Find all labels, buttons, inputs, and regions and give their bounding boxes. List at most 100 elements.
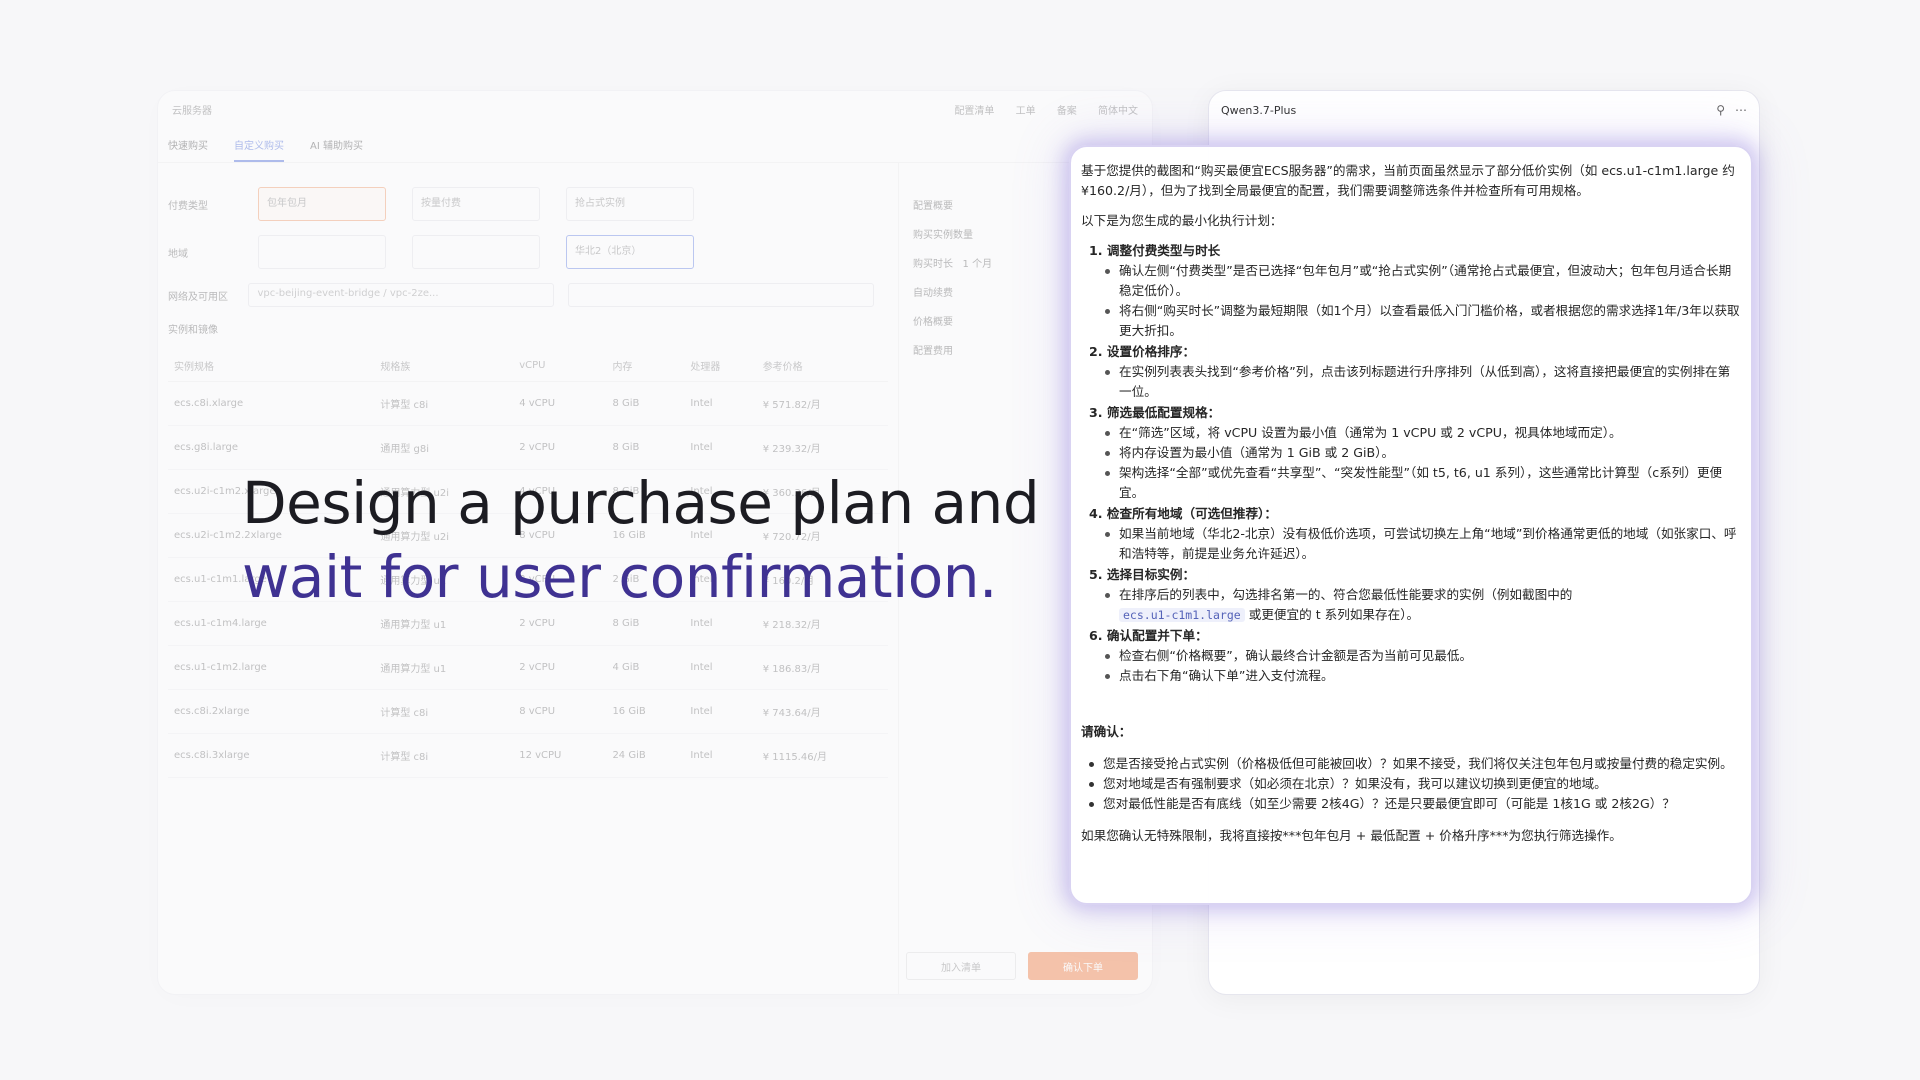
table-row[interactable]: ecs.c8i.xlarge 计算型 c8i 4 vCPU 8 GiB Intel ¥ 5… bbox=[168, 381, 888, 426]
table-cell: Intel bbox=[684, 381, 757, 426]
top-link-icp[interactable]: 备案 bbox=[1057, 106, 1077, 117]
search-icon[interactable]: ⚲ bbox=[1716, 103, 1725, 117]
step-bullet: 在排序后的列表中，勾选排名第一的、符合您最低性能要求的实例（例如截图中的 ecs… bbox=[1105, 585, 1741, 625]
step-bullets: 如果当前地域（华北2-北京）没有极低价选项，可尝试切换左上角“地域”到价格通常更… bbox=[1089, 524, 1741, 564]
table-cell: 8 GiB bbox=[606, 381, 685, 426]
step-bullets: 在排序后的列表中，勾选排名第一的、符合您最低性能要求的实例（例如截图中的 ecs… bbox=[1089, 585, 1741, 625]
top-link-ticket[interactable]: 工单 bbox=[1016, 106, 1036, 117]
region-row: 地域 华北2（北京） bbox=[168, 235, 888, 269]
response-intro: 基于您提供的截图和“购买最便宜ECS服务器”的需求，当前页面虽然显示了部分低价实… bbox=[1081, 163, 1735, 198]
chat-header-icons: ⚲ ⋯ bbox=[1716, 103, 1747, 117]
console-top-links: 配置清单 工单 备案 简体中文 bbox=[936, 102, 1138, 117]
chat-header: Qwen3.7-Plus ⚲ ⋯ bbox=[1209, 91, 1759, 129]
col-cpu[interactable]: 处理器 bbox=[684, 350, 757, 382]
table-row[interactable]: ecs.u1-c1m2.large 通用算力型 u1 2 vCPU 4 GiB Inte… bbox=[168, 645, 888, 690]
step-bullets: 确认左侧“付费类型”是否已选择“包年包月”或“抢占式实例”（通常抢占式最便宜，但… bbox=[1089, 261, 1741, 341]
tab-quick-buy[interactable]: 快速购买 bbox=[168, 137, 208, 152]
table-cell: 4 GiB bbox=[606, 645, 685, 690]
step-title: 2. 设置价格排序： bbox=[1089, 344, 1196, 359]
plan-step: 2. 设置价格排序： 在实例列表表头找到“参考价格”列，点击该列标题进行升序排列… bbox=[1089, 342, 1741, 402]
step-bullet: 在实例列表表头找到“参考价格”列，点击该列标题进行升序排列（从低到高），这将直接… bbox=[1105, 362, 1741, 402]
step-title: 6. 确认配置并下单： bbox=[1089, 628, 1208, 643]
col-vcpu[interactable]: vCPU bbox=[513, 350, 607, 382]
step-bullet: 架构选择“全部”或优先查看“共享型”、“突发性能型”（如 t5, t6, u1 … bbox=[1105, 463, 1741, 503]
confirm-order-button[interactable]: 确认下单 bbox=[1028, 952, 1138, 980]
plan-step: 1. 调整付费类型与时长 确认左侧“付费类型”是否已选择“包年包月”或“抢占式实… bbox=[1089, 241, 1741, 341]
region-option-beijing[interactable]: 华北2（北京） bbox=[566, 235, 694, 269]
table-cell: 16 GiB bbox=[606, 689, 685, 734]
instance-section-label: 实例和镜像 bbox=[168, 325, 218, 336]
step-title: 1. 调整付费类型与时长 bbox=[1089, 243, 1221, 258]
confirm-question: 您对最低性能是否有底线（如至少需要 2核4G）？还是只要最便宜即可（可能是 1核… bbox=[1089, 794, 1741, 814]
tab-custom-buy[interactable]: 自定义购买 bbox=[234, 137, 284, 162]
step-title: 3. 筛选最低配置规格： bbox=[1089, 405, 1221, 420]
table-row[interactable]: ecs.g8i.large 通用型 g8i 2 vCPU 8 GiB Intel ¥ 23… bbox=[168, 425, 888, 470]
confirm-question: 您是否接受抢占式实例（价格极低但可能被回收）？如果不接受，我们将仅关注包年包月或… bbox=[1089, 754, 1741, 774]
vpc-select[interactable]: vpc-beijing-event-bridge / vpc-2ze... bbox=[248, 283, 555, 307]
table-cell: ¥ 743.64/月 bbox=[756, 689, 888, 734]
table-cell: ecs.c8i.xlarge bbox=[168, 381, 375, 426]
console-topbar: 云服务器 配置清单 工单 备案 简体中文 bbox=[158, 91, 1152, 127]
vswitch-select[interactable] bbox=[568, 283, 874, 307]
response-subtitle: 以下是为您生成的最小化执行计划： bbox=[1081, 213, 1283, 228]
step-bullet: 检查右侧“价格概要”，确认最终合计金额是否为当前可见最低。 bbox=[1105, 646, 1741, 666]
model-name: Qwen3.7-Plus bbox=[1221, 103, 1297, 117]
region-option-a[interactable] bbox=[258, 235, 386, 269]
headline-line-2: wait for user confirmation. bbox=[242, 543, 997, 611]
billing-option-subscription[interactable]: 包年包月 bbox=[258, 187, 386, 221]
duration-value[interactable]: 1 个月 bbox=[963, 259, 993, 270]
step-bullets: 检查右侧“价格概要”，确认最终合计金额是否为当前可见最低。 点击右下角“确认下单… bbox=[1089, 646, 1741, 686]
table-cell: ¥ 186.83/月 bbox=[756, 645, 888, 690]
col-price[interactable]: 参考价格 bbox=[756, 350, 888, 382]
billing-option-payg[interactable]: 按量付费 bbox=[412, 187, 540, 221]
table-cell: 计算型 c8i bbox=[374, 689, 514, 734]
step-bullet: 将右侧“购买时长”调整为最短期限（如1个月）以查看最低入门门槛价格，或者根据您的… bbox=[1105, 301, 1741, 341]
assistant-response-card: 基于您提供的截图和“购买最便宜ECS服务器”的需求，当前页面虽然显示了部分低价实… bbox=[1069, 145, 1753, 905]
region-label: 地域 bbox=[168, 248, 188, 260]
step-bullet: 如果当前地域（华北2-北京）没有极低价选项，可尝试切换左上角“地域”到价格通常更… bbox=[1105, 524, 1741, 564]
add-to-list-button[interactable]: 加入清单 bbox=[906, 952, 1016, 980]
col-family[interactable]: 规格族 bbox=[374, 350, 514, 382]
step-bullet-text: 在排序后的列表中，勾选排名第一的、符合您最低性能要求的实例（例如截图中的 bbox=[1119, 587, 1573, 602]
tab-ai-buy[interactable]: AI 辅助购买 bbox=[310, 137, 363, 152]
table-cell: ecs.u1-c1m2.large bbox=[168, 645, 375, 690]
table-cell: ¥ 239.32/月 bbox=[756, 425, 888, 470]
step-title: 5. 选择目标实例： bbox=[1089, 567, 1196, 582]
step-bullet: 确认左侧“付费类型”是否已选择“包年包月”或“抢占式实例”（通常抢占式最便宜，但… bbox=[1105, 261, 1741, 301]
table-row[interactable]: ecs.c8i.2xlarge 计算型 c8i 8 vCPU 16 GiB Intel ¥… bbox=[168, 689, 888, 734]
more-icon[interactable]: ⋯ bbox=[1735, 103, 1747, 117]
table-cell: ¥ 571.82/月 bbox=[756, 381, 888, 426]
console-breadcrumb[interactable]: 云服务器 bbox=[172, 102, 212, 117]
table-cell: 2 vCPU bbox=[513, 425, 607, 470]
table-cell: 计算型 c8i bbox=[374, 381, 514, 426]
plan-step: 3. 筛选最低配置规格： 在“筛选”区域，将 vCPU 设置为最小值（通常为 1… bbox=[1089, 403, 1741, 503]
table-cell: Intel bbox=[684, 425, 757, 470]
table-cell: 2 vCPU bbox=[513, 645, 607, 690]
table-cell: 4 vCPU bbox=[513, 381, 607, 426]
billing-option-spot[interactable]: 抢占式实例 bbox=[566, 187, 694, 221]
plan-step: 6. 确认配置并下单： 检查右侧“价格概要”，确认最终合计金额是否为当前可见最低… bbox=[1089, 626, 1741, 686]
top-link-language[interactable]: 简体中文 bbox=[1098, 106, 1138, 117]
step-bullet: 将内存设置为最小值（通常为 1 GiB 或 2 GiB）。 bbox=[1105, 443, 1741, 463]
col-spec[interactable]: 实例规格 bbox=[168, 350, 375, 382]
step-bullets: 在实例列表表头找到“参考价格”列，点击该列标题进行升序排列（从低到高），这将直接… bbox=[1089, 362, 1741, 402]
table-header-row: 实例规格 规格族 vCPU 内存 处理器 参考价格 bbox=[168, 350, 888, 382]
table-cell: 8 GiB bbox=[606, 425, 685, 470]
table-cell: ecs.g8i.large bbox=[168, 425, 375, 470]
table-cell: ¥ 1115.46/月 bbox=[756, 733, 888, 778]
duration-label: 购买时长 bbox=[913, 259, 953, 270]
top-link-config-list[interactable]: 配置清单 bbox=[954, 106, 994, 117]
region-option-b[interactable] bbox=[412, 235, 540, 269]
plan-steps: 1. 调整付费类型与时长 确认左侧“付费类型”是否已选择“包年包月”或“抢占式实… bbox=[1081, 241, 1741, 686]
table-row[interactable]: ecs.c8i.3xlarge 计算型 c8i 12 vCPU 24 GiB Intel… bbox=[168, 733, 888, 778]
step-bullets: 在“筛选”区域，将 vCPU 设置为最小值（通常为 1 vCPU 或 2 vCP… bbox=[1089, 423, 1741, 503]
table-cell: Intel bbox=[684, 645, 757, 690]
instance-code: ecs.u1-c1m1.large bbox=[1119, 608, 1245, 622]
plan-step: 5. 选择目标实例： 在排序后的列表中，勾选排名第一的、符合您最低性能要求的实例… bbox=[1089, 565, 1741, 625]
table-cell: ecs.c8i.2xlarge bbox=[168, 689, 375, 734]
step-bullet: 在“筛选”区域，将 vCPU 设置为最小值（通常为 1 vCPU 或 2 vCP… bbox=[1105, 423, 1741, 443]
confirm-questions: 您是否接受抢占式实例（价格极低但可能被回收）？如果不接受，我们将仅关注包年包月或… bbox=[1081, 754, 1741, 814]
headline: Design a purchase plan and wait for user… bbox=[242, 466, 1062, 614]
confirm-title: 请确认： bbox=[1081, 724, 1132, 739]
col-memory[interactable]: 内存 bbox=[606, 350, 685, 382]
